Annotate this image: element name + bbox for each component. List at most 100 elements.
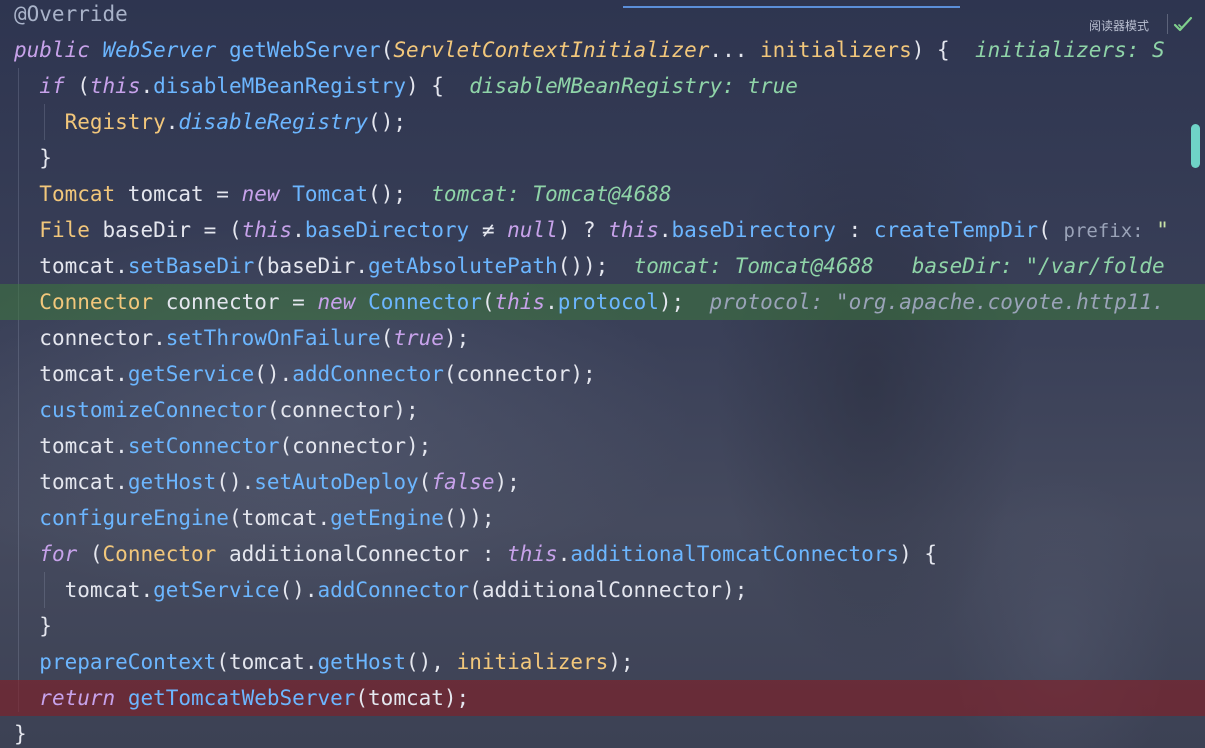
brace: } [39, 614, 52, 638]
method-name: prepareContext [39, 650, 217, 674]
method-name: getAbsolutePath [368, 254, 558, 278]
code-line[interactable]: tomcat.getService().addConnector(additio… [0, 572, 1205, 608]
keyword: this [494, 290, 546, 314]
punctuation: (connector); [266, 398, 419, 422]
punctuation: ) { [406, 74, 444, 98]
type-name: Tomcat [39, 182, 116, 206]
keyword: public [14, 38, 90, 62]
code-line[interactable]: } [0, 716, 1205, 748]
type-name: WebServer [102, 38, 217, 62]
code-line[interactable]: tomcat.setBaseDir(baseDir.getAbsolutePat… [0, 248, 1205, 284]
method-name: createTempDir [873, 218, 1039, 242]
method-name: getWebServer [228, 38, 381, 62]
toolbar-divider [1167, 14, 1168, 34]
punctuation: (). [216, 470, 255, 494]
keyword: this [507, 542, 558, 566]
code-line[interactable]: prepareContext(tomcat.getHost(), initial… [0, 644, 1205, 680]
operator: ≠ [469, 218, 508, 242]
punctuation: ); [494, 470, 520, 494]
keyword: new [241, 182, 280, 206]
code-line[interactable]: configureEngine(tomcat.getEngine()); [0, 500, 1205, 536]
method-name: getTomcatWebServer [127, 686, 356, 710]
variable: tomcat [39, 470, 116, 494]
punctuation: ( [1038, 218, 1064, 242]
code-line[interactable]: tomcat.getService().addConnector(connect… [0, 356, 1205, 392]
field-name: baseDirectory [304, 218, 470, 242]
punctuation: ); [658, 290, 685, 314]
method-name: setThrowOnFailure [165, 326, 381, 350]
variable: tomcat [39, 254, 116, 278]
debug-inlay-value: tomcat: Tomcat@4688 [431, 182, 672, 206]
type-name: Registry [64, 110, 166, 134]
operator: ) ? [557, 218, 609, 242]
reader-mode-button[interactable]: 阅读器模式 [1089, 17, 1149, 34]
keyword: if [39, 74, 65, 98]
method-name: getService [153, 578, 280, 602]
code-editor[interactable]: @Override public WebServer getWebServer(… [0, 0, 1205, 748]
annotation: @Override [14, 2, 128, 26]
method-name: setConnector [127, 434, 280, 458]
constructor-name: Connector [368, 290, 482, 314]
punctuation: ( [77, 542, 103, 566]
punctuation: (additionalConnector); [469, 578, 748, 602]
variable: tomcat [39, 434, 116, 458]
editor-tab-indicator[interactable] [623, 0, 960, 8]
keyword: this [241, 218, 293, 242]
type-name: File [39, 218, 90, 242]
variable: tomcat [64, 578, 141, 602]
punctuation: ... [709, 38, 760, 62]
variable: tomcat [39, 362, 116, 386]
code-line[interactable]: } [0, 140, 1205, 176]
punctuation: . [557, 542, 571, 566]
punctuation: (connector); [279, 434, 432, 458]
punctuation: (). [254, 362, 293, 386]
punctuation: . [153, 326, 166, 350]
method-name: getHost [127, 470, 217, 494]
code-line[interactable]: Registry.disableRegistry(); [0, 104, 1205, 140]
punctuation: (); [368, 182, 406, 206]
keyword: this [608, 218, 659, 242]
method-name: addConnector [292, 362, 444, 386]
code-line[interactable]: } [0, 608, 1205, 644]
field-name: protocol [557, 290, 659, 314]
code-line[interactable]: Tomcat tomcat = new Tomcat(); tomcat: To… [0, 176, 1205, 212]
method-name: addConnector [317, 578, 470, 602]
punctuation: . [115, 362, 128, 386]
method-name: setAutoDeploy [254, 470, 419, 494]
punctuation: ( [380, 38, 394, 62]
code-line[interactable]: public WebServer getWebServer(ServletCon… [0, 32, 1205, 68]
code-line[interactable]: tomcat.setConnector(connector); [0, 428, 1205, 464]
parameter-hint: prefix: [1063, 220, 1144, 242]
scrollbar-thumb[interactable] [1191, 124, 1200, 168]
keyword: for [39, 542, 78, 566]
type-name: ServletContextInitializer [393, 38, 710, 62]
check-icon[interactable] [1173, 14, 1193, 34]
punctuation: (tomcat); [355, 686, 470, 710]
keyword: false [431, 470, 495, 494]
current-execution-line[interactable]: Connector connector = new Connector(this… [0, 284, 1205, 320]
code-line[interactable]: tomcat.getHost().setAutoDeploy(false); [0, 464, 1205, 500]
method-name: getHost [317, 650, 406, 674]
code-line[interactable]: File baseDir = (this.baseDirectory ≠ nul… [0, 212, 1205, 248]
variable: additionalConnector : [216, 542, 508, 566]
code-line[interactable]: if (this.disableMBeanRegistry) { disable… [0, 68, 1205, 104]
parameter-name: initializers [760, 38, 912, 62]
punctuation: . [545, 290, 558, 314]
breakpoint-line[interactable]: return getTomcatWebServer(tomcat); [0, 680, 1205, 716]
punctuation: (tomcat. [228, 506, 331, 530]
debug-inlay-value: baseDir: "/var/folde [911, 254, 1165, 278]
operator: : [835, 218, 874, 242]
punctuation: ( [64, 74, 90, 98]
code-line[interactable]: connector.setThrowOnFailure(true); [0, 320, 1205, 356]
punctuation: ()); [557, 254, 609, 278]
method-name: disableRegistry [178, 110, 369, 134]
code-line[interactable]: for (Connector additionalConnector : thi… [0, 536, 1205, 572]
punctuation: ) { [911, 38, 950, 62]
code-line[interactable]: customizeConnector(connector); [0, 392, 1205, 428]
punctuation: ); [443, 326, 470, 350]
code-line[interactable]: @Override [0, 0, 1205, 32]
parameter-name: initializers [456, 650, 609, 674]
